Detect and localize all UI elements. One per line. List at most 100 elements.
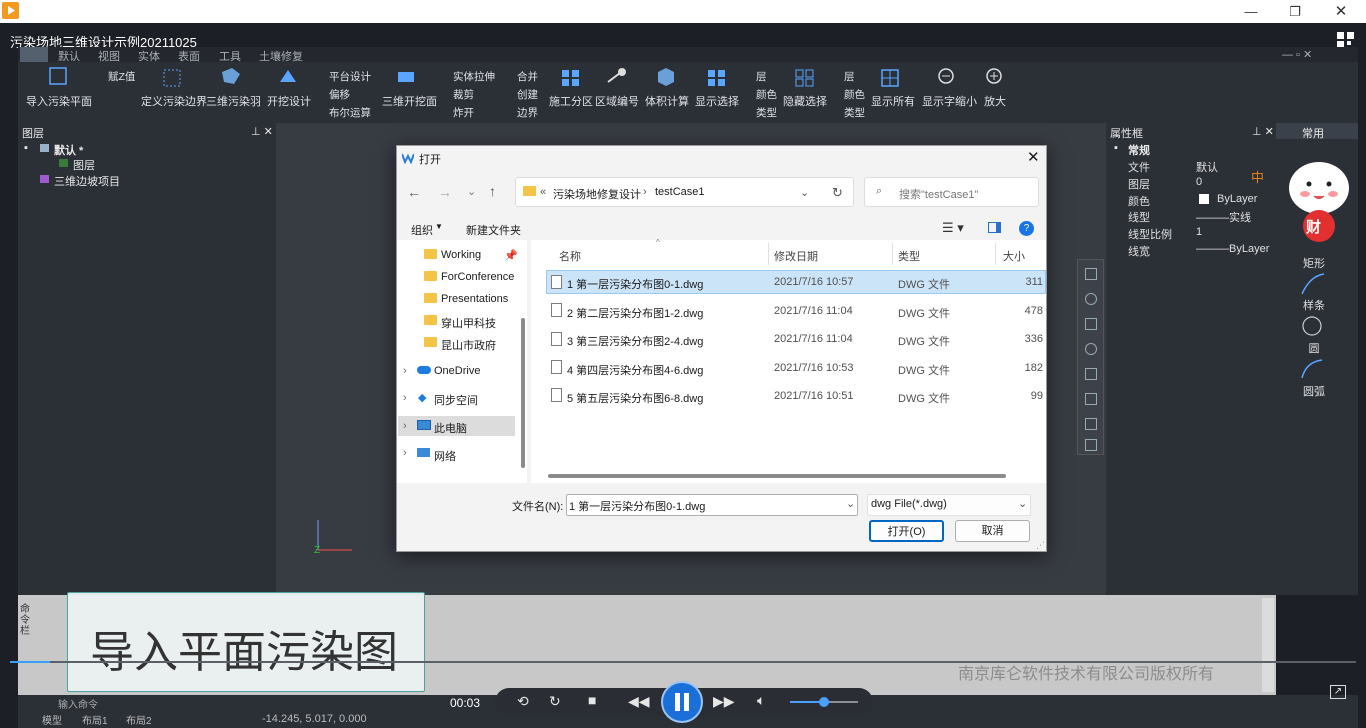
show-layer-button[interactable]: 层 [756,69,767,84]
show-color-button[interactable]: 颜色 [756,87,777,102]
organize-menu[interactable]: 组织 [411,222,433,238]
section-toggle[interactable]: ▪ [1114,142,1118,154]
fullscreen-icon[interactable] [1085,439,1097,451]
nav-network[interactable]: 网络 [434,448,456,464]
plume-3d-button[interactable]: 三维污染羽 [206,93,261,109]
pan-icon[interactable] [1085,318,1097,330]
nav-onedrive[interactable]: OneDrive [434,365,480,377]
close-button[interactable]: ✕ [1318,2,1364,21]
expand-chevron[interactable]: › [403,420,407,432]
breadcrumb-parent[interactable]: 污染场地修复设计 [553,186,641,202]
zoom-window-icon[interactable] [1085,268,1097,280]
show-type-button[interactable]: 类型 [756,105,777,120]
resize-grip-icon[interactable]: ⋰ [1036,540,1045,551]
breadcrumb-current[interactable]: testCase1 [655,186,705,198]
offset-button[interactable]: 偏移 [329,87,350,102]
orbit-icon[interactable] [1085,293,1097,305]
expand-chevron[interactable]: › [403,365,407,377]
minimize-button[interactable]: — [1228,2,1274,21]
tab-layout2[interactable]: 布局2 [126,712,152,727]
stop-icon[interactable]: ■ [588,692,596,708]
nav-presentations[interactable]: Presentations [441,293,508,305]
pause-button[interactable] [661,681,703,723]
hide-select-button[interactable]: 隐藏选择 [783,93,827,109]
filename-value[interactable]: 1 第一层污染分布图0-1.dwg [569,498,705,514]
assign-z-button[interactable]: 赋Z值 [108,69,135,84]
file-name[interactable]: 2 第二层污染分布图1-2.dwg [567,305,703,321]
column-name[interactable]: 名称 [559,248,581,264]
panel-pin-close-icon[interactable]: ⊥ ✕ [251,125,273,138]
view-options-icon[interactable]: ☰ ▾ [942,220,964,236]
volume-calc-button[interactable]: 体积计算 [645,93,689,109]
cancel-button[interactable]: 取消 [955,520,1030,542]
rewind-icon[interactable]: ◀◀ [628,693,650,710]
nav-forconference[interactable]: ForConference [441,271,514,283]
nav-scrollbar[interactable] [521,318,525,468]
view-box-icon[interactable] [1085,393,1097,405]
help-icon[interactable]: ? [1019,221,1034,236]
file-name[interactable]: 3 第三层污染分布图2-4.dwg [567,333,703,349]
ab-loop-icon[interactable]: ⟲ [517,693,529,710]
prop-value-layer[interactable]: 0 [1196,176,1202,188]
prop-value-lineweight[interactable]: ———ByLayer [1196,243,1269,255]
refresh-button[interactable]: ↻ [832,185,843,201]
command-scrollbar[interactable] [1262,598,1274,692]
horizontal-scrollbar[interactable] [548,474,1006,478]
file-name[interactable]: 4 第四层污染分布图4-6.dwg [567,362,703,378]
progress-track[interactable] [10,661,1356,663]
forward-button[interactable]: → [438,184,452,200]
address-dropdown[interactable]: ⌄ [800,186,809,199]
filetype-dropdown-icon[interactable]: ⌄ [1018,497,1027,510]
prop-value-file[interactable]: 默认 [1196,159,1218,175]
platform-design-button[interactable]: 平台设计 [329,69,371,84]
tab-model[interactable]: 模型 [42,712,62,727]
up-button[interactable]: ↑ [489,183,496,199]
prop-value-linetype[interactable]: ———实线 [1196,209,1251,225]
expand-chevron[interactable]: › [403,447,407,459]
prop-value-linescale[interactable]: 1 [1196,226,1202,238]
restore-button[interactable]: ❐ [1272,2,1318,21]
preview-pane-icon[interactable] [988,222,1001,233]
explode-button[interactable]: 炸开 [453,105,474,120]
import-plan-button[interactable]: 导入污染平面 [26,93,92,109]
text-zoom-out-button[interactable]: 显示字缩小 [922,93,977,109]
breadcrumb-overflow[interactable]: « [540,186,546,198]
tab-layout1[interactable]: 布局1 [82,712,108,727]
filetype-value[interactable]: dwg File(*.dwg) [871,498,947,510]
prop-value-color[interactable]: ByLayer [1217,193,1257,205]
column-date[interactable]: 修改日期 [774,248,818,264]
repeat-icon[interactable]: ↻ [549,693,561,710]
nav-this-pc[interactable]: 此电脑 [434,420,467,436]
volume-knob[interactable] [819,697,829,707]
create-button[interactable]: 创建 [517,87,538,102]
layer-sub[interactable]: 图层 [73,157,95,173]
history-dropdown[interactable]: ⌄ [467,185,476,198]
file-name[interactable]: 5 第五层污染分布图6-8.dwg [567,390,703,406]
excavation-design-button[interactable]: 开挖设计 [267,93,311,109]
column-size[interactable]: 大小 [1003,248,1025,264]
show-all-button[interactable]: 显示所有 [871,93,915,109]
filename-dropdown-icon[interactable]: ⌄ [846,497,855,510]
boundary-button[interactable]: 边界 [517,105,538,120]
hide-layer-button[interactable]: 层 [844,69,855,84]
nav-kunshan[interactable]: 昆山市政府 [441,337,496,353]
solid-extrude-button[interactable]: 实体拉伸 [453,69,495,84]
file-name[interactable]: 1 第一层污染分布图0-1.dwg [567,276,703,292]
zoom-in-button[interactable]: 放大 [984,93,1006,109]
fast-forward-icon[interactable]: ▶▶ [713,693,735,710]
view-cube-icon[interactable] [1085,368,1097,380]
trim-button[interactable]: 裁剪 [453,87,474,102]
dialog-close-button[interactable]: ✕ [1027,148,1040,166]
define-boundary-button[interactable]: 定义污染边界 [141,93,207,109]
boolean-button[interactable]: 布尔运算 [329,105,371,120]
column-type[interactable]: 类型 [898,248,920,264]
command-prompt[interactable]: 输入命令 [58,696,98,711]
layer-default[interactable]: 默认 * [54,142,83,158]
zoom-icon[interactable] [1085,343,1097,355]
excavation-3d-button[interactable]: 三维开挖面 [382,93,437,109]
extent-icon[interactable] [1085,418,1097,430]
tree-expander[interactable]: ▪ [24,142,28,154]
merge-button[interactable]: 合并 [517,69,538,84]
fullscreen-exit-icon[interactable]: ↗ [1330,685,1346,699]
new-folder-button[interactable]: 新建文件夹 [466,222,521,238]
